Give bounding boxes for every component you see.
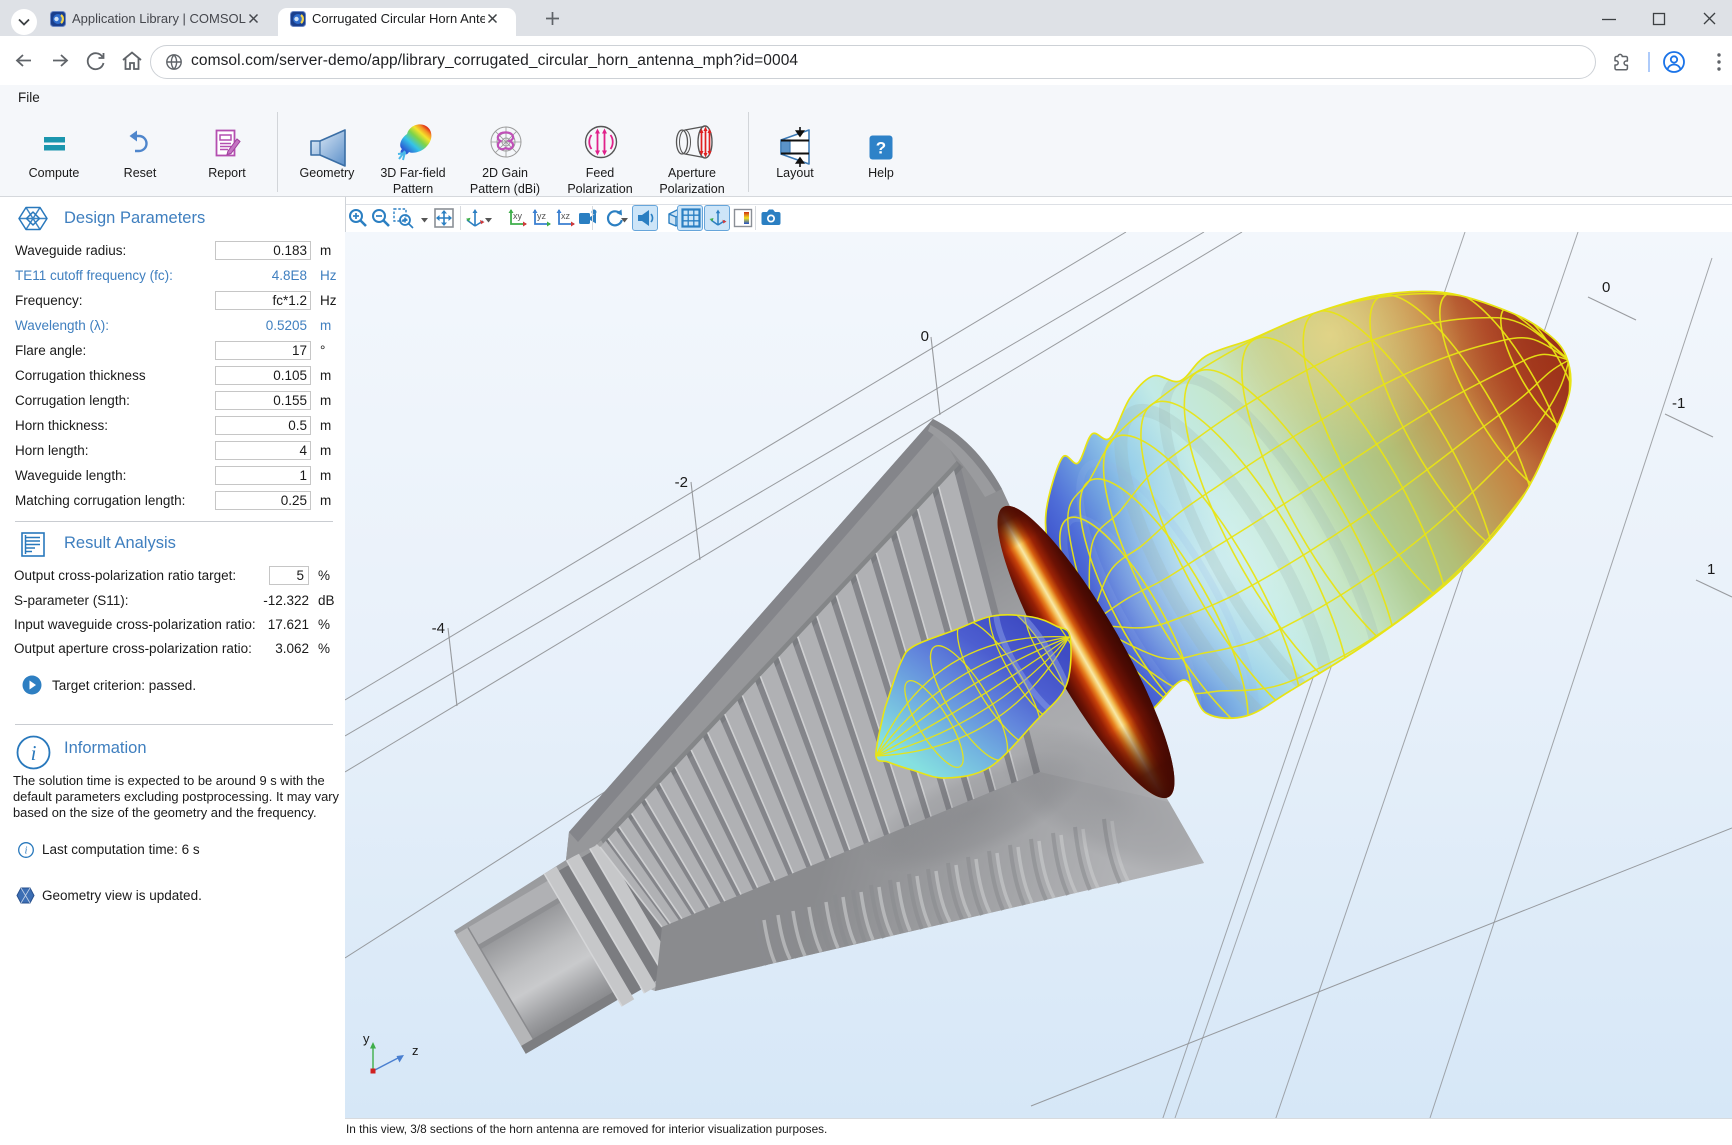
svg-text:-1: -1	[1672, 395, 1685, 412]
svg-text:yz: yz	[537, 211, 547, 221]
svg-text:0: 0	[921, 328, 929, 345]
svg-text:0: 0	[1602, 279, 1610, 296]
svg-text:i: i	[31, 741, 37, 765]
svg-text:i: i	[25, 846, 28, 857]
svg-text:-4: -4	[432, 620, 445, 637]
svg-text:z: z	[412, 1043, 419, 1058]
svg-text:xz: xz	[561, 211, 571, 221]
svg-text:?: ?	[876, 139, 886, 158]
svg-text:xy: xy	[513, 211, 523, 221]
svg-text:y: y	[363, 1031, 370, 1046]
svg-text:1: 1	[1707, 561, 1715, 578]
svg-text:-2: -2	[675, 474, 688, 491]
